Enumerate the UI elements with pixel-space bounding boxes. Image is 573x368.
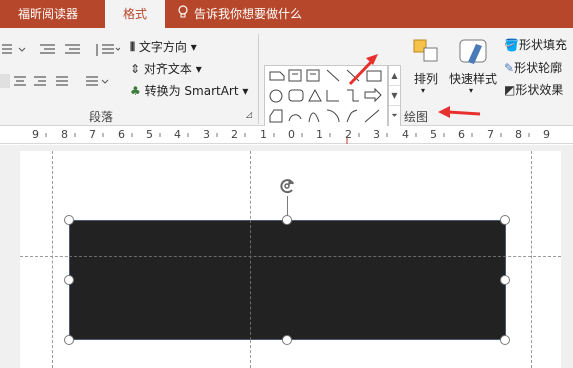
resize-handle-top-right[interactable] (500, 215, 510, 225)
annotation-arrow-drawing (438, 106, 481, 118)
resize-handle-right[interactable] (500, 275, 510, 285)
resize-handle-bottom-left[interactable] (64, 335, 74, 345)
guide-horizontal-over-shape (69, 256, 506, 257)
guide-vertical (531, 151, 532, 368)
resize-handle-top-left[interactable] (64, 215, 74, 225)
selected-rectangle-shape[interactable] (69, 220, 506, 340)
guide-vertical (52, 151, 53, 368)
guide-vertical-over-shape (250, 220, 251, 340)
rotate-handle-icon[interactable] (278, 176, 298, 196)
horizontal-ruler: 9 8 7 6 5 4 3 2 1 0 1 2 3 4 5 6 7 8 9 (0, 126, 573, 144)
resize-handle-bottom-right[interactable] (500, 335, 510, 345)
resize-handle-left[interactable] (64, 275, 74, 285)
ruler-ticks (45, 133, 530, 144)
resize-handle-top[interactable] (282, 215, 292, 225)
resize-handle-bottom[interactable] (282, 335, 292, 345)
annotation-arrow-gallery (348, 54, 378, 86)
